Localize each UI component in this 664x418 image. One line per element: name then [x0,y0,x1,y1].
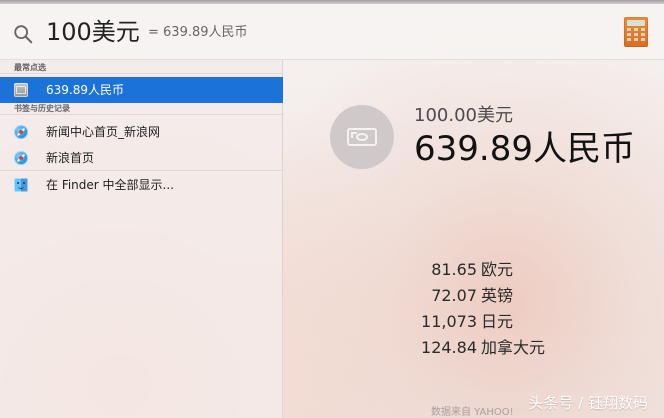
rate-label: 英镑 [481,286,514,305]
inline-conversion-result: = 639.89人民币 [148,25,248,40]
rate-label: 加拿大元 [481,338,546,357]
rate-value: 11,073 [421,312,477,331]
result-item-show-all-in-finder[interactable]: 在 Finder 中全部显示... [0,172,283,198]
rate-row: 11,073 日元 [399,310,569,336]
search-icon [14,25,33,44]
search-bar[interactable]: 100美元 = 639.89人民币 [0,4,664,60]
money-stack-icon [330,105,394,169]
watermark-text: 头条号 / 钰翔数码 [528,394,648,412]
rate-value: 124.84 [421,338,477,357]
rate-label: 欧元 [481,260,514,279]
section-divider [0,114,283,115]
results-sidebar: 最常点选 639.89人民币 书签与历史记录 新闻中心首页_新浪网 新浪首页 在… [0,60,283,418]
result-item-label: 在 Finder 中全部显示... [46,178,174,192]
data-provider-label: 数据来自 YAHOO! [431,407,514,418]
result-item-label: 639.89人民币 [46,83,124,97]
finder-icon [14,178,28,192]
spotlight-window: 100美元 = 639.89人民币 最常点选 639.89人民币 书签与历史记录… [0,0,664,418]
section-divider [0,73,283,74]
result-item-sina-home[interactable]: 新浪首页 [0,145,283,171]
section-label-top-hits: 最常点选 [14,63,46,72]
calculator-icon [624,17,648,47]
rate-label: 日元 [481,312,514,331]
conversion-detail-pane: 100.00美元 639.89人民币 81.65 欧元 72.07 英镑 11,… [283,60,664,418]
rate-row: 72.07 英镑 [399,284,569,310]
compass-icon [14,151,28,165]
section-divider [0,170,283,171]
result-item-label: 新浪首页 [46,151,95,165]
compass-icon [14,125,28,139]
result-item-label: 新闻中心首页_新浪网 [46,125,161,139]
rate-value: 72.07 [431,286,477,305]
section-label-history: 书签与历史记录 [14,104,70,113]
result-item-news-center[interactable]: 新闻中心首页_新浪网 [0,119,283,145]
source-amount: 100.00美元 [414,105,513,126]
rate-row: 81.65 欧元 [399,258,569,284]
result-item-conversion[interactable]: 639.89人民币 [0,77,283,103]
rate-value: 81.65 [431,260,477,279]
converted-amount: 639.89人民币 [414,129,635,169]
search-query-text[interactable]: 100美元 [46,16,140,48]
banknote-icon [347,128,377,146]
money-stack-icon [14,83,28,97]
other-currency-rates: 81.65 欧元 72.07 英镑 11,073 日元 124.84 加拿大元 [399,258,569,362]
rate-row: 124.84 加拿大元 [399,336,569,362]
